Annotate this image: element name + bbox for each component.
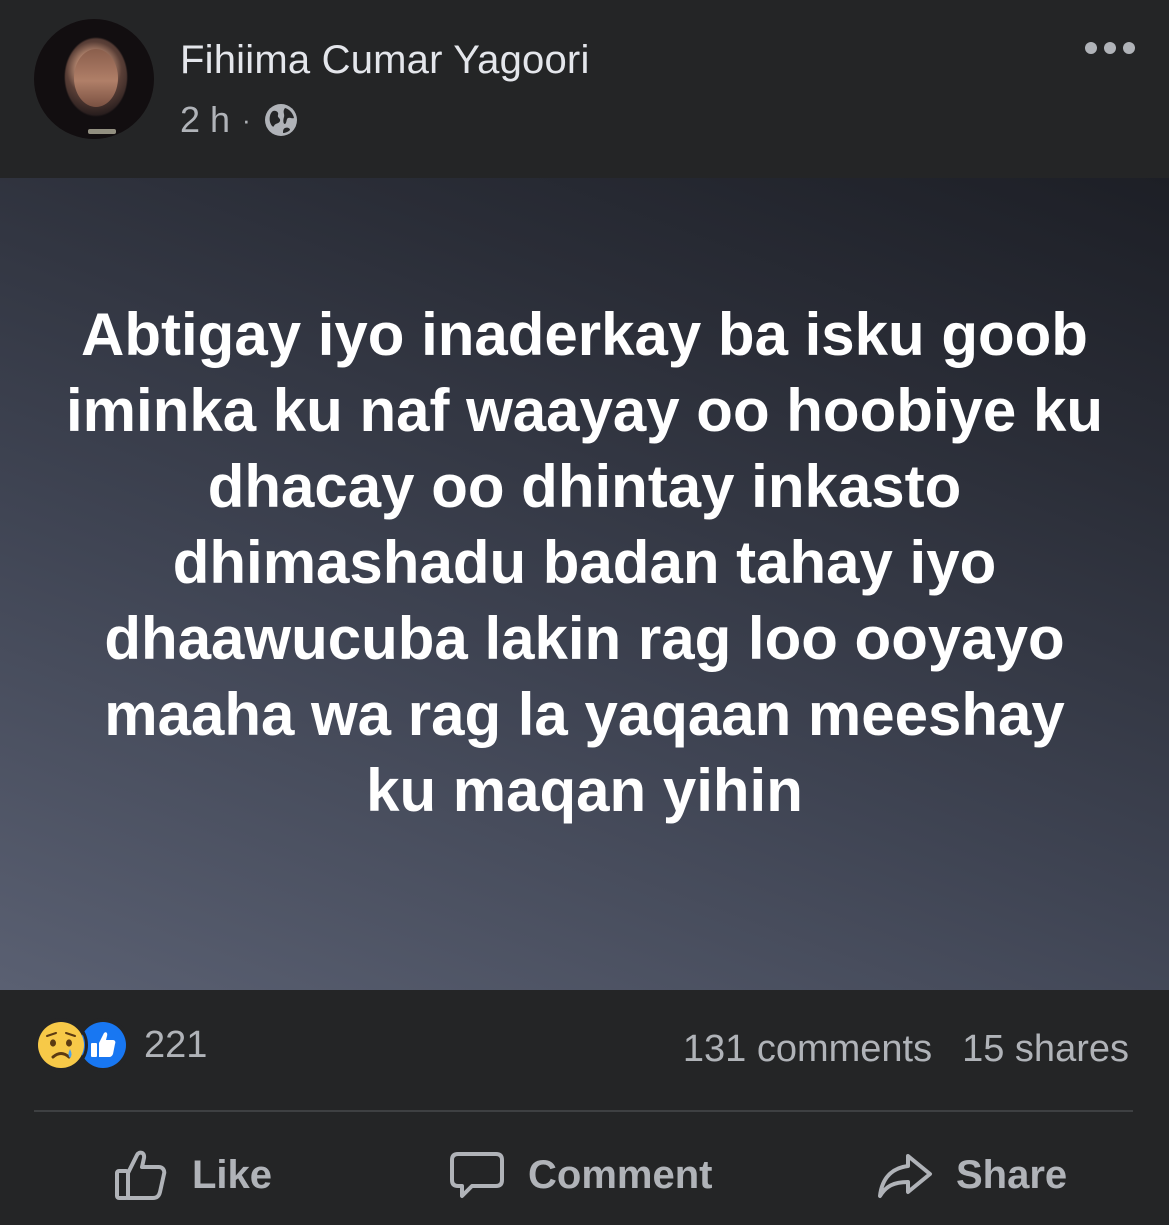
comment-button[interactable]: Comment <box>448 1130 712 1220</box>
more-dot <box>1123 42 1135 54</box>
more-options-icon[interactable] <box>1085 38 1135 58</box>
engagement-counts: 131 comments 15 shares <box>683 1028 1129 1071</box>
reaction-count: 221 <box>144 1023 208 1066</box>
post-meta: 2 h · <box>180 99 299 141</box>
share-arrow-icon <box>878 1154 932 1198</box>
comments-count[interactable]: 131 comments <box>683 1028 932 1071</box>
thumbs-up-icon <box>115 1150 167 1200</box>
avatar-badge <box>88 129 116 134</box>
post-background-card: Abtigay iyo inaderkay ba isku goob imink… <box>0 178 1169 990</box>
reactions-summary[interactable]: 221 <box>34 1018 208 1072</box>
like-button[interactable]: Like <box>112 1130 272 1220</box>
share-button[interactable]: Share <box>876 1130 1067 1220</box>
share-label: Share <box>956 1152 1068 1197</box>
post-time[interactable]: 2 h <box>180 99 230 141</box>
post-header: Fihiima Cumar Yagoori 2 h · <box>0 0 1169 178</box>
shares-count[interactable]: 15 shares <box>962 1028 1129 1071</box>
comment-label: Comment <box>528 1152 713 1197</box>
comment-icon <box>450 1152 504 1198</box>
avatar[interactable] <box>34 19 154 139</box>
like-label: Like <box>192 1152 273 1197</box>
more-dot <box>1104 42 1116 54</box>
action-bar: Like Comment Share <box>0 1130 1169 1220</box>
avatar-hijab <box>34 19 154 139</box>
divider <box>34 1110 1133 1112</box>
post-text: Abtigay iyo inaderkay ba isku goob imink… <box>66 301 1103 824</box>
globe-icon <box>264 104 297 136</box>
post-stats: 221 131 comments 15 shares <box>0 990 1169 1110</box>
author-name[interactable]: Fihiima Cumar Yagoori <box>180 38 590 83</box>
sad-reaction-icon <box>34 1018 88 1072</box>
more-dot <box>1085 42 1097 54</box>
meta-separator: · <box>242 104 251 135</box>
